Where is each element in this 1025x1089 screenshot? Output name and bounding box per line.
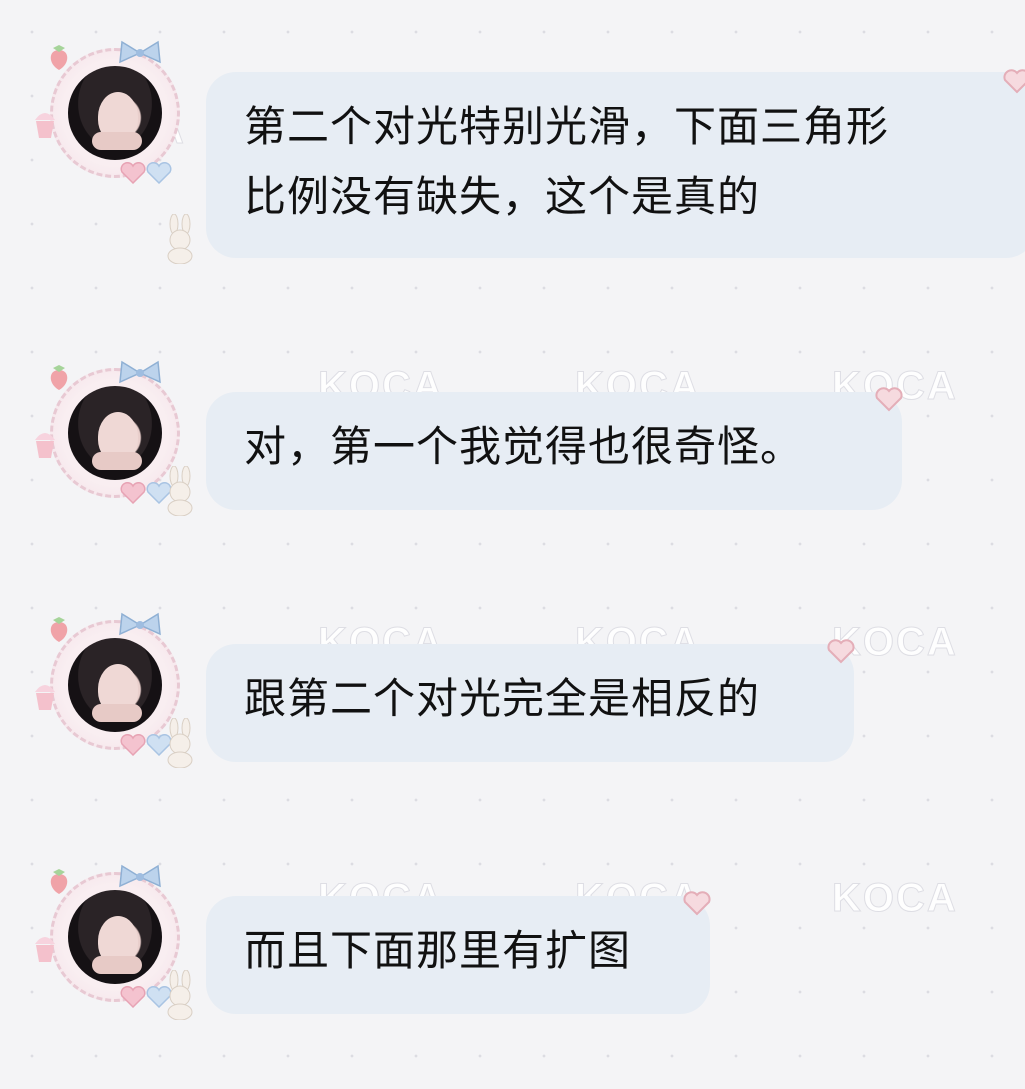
bunny-icon — [167, 970, 193, 1020]
heart-icon — [875, 387, 903, 412]
heart-icon — [120, 482, 146, 504]
bunny-icon — [167, 214, 193, 264]
watermark: KOCA — [832, 876, 958, 921]
heart-icon — [827, 639, 855, 664]
heart-icon — [1003, 69, 1025, 94]
heart-icon — [146, 162, 172, 184]
strawberry-icon — [50, 45, 68, 70]
cupcake-icon — [35, 113, 55, 138]
heart-icon — [120, 162, 146, 184]
avatar-photo — [68, 890, 162, 984]
avatar-photo — [68, 638, 162, 732]
heart-icon — [683, 891, 711, 916]
bunny-icon — [167, 718, 193, 768]
bow-icon — [119, 360, 161, 384]
avatar[interactable] — [30, 40, 200, 190]
bow-icon — [119, 612, 161, 636]
cupcake-icon — [35, 937, 55, 962]
message-bubble[interactable]: 跟第二个对光完全是相反的 — [206, 644, 854, 762]
heart-icon — [120, 986, 146, 1008]
avatar-photo — [68, 66, 162, 160]
bunny-icon — [167, 466, 193, 516]
strawberry-icon — [50, 869, 68, 894]
cupcake-icon — [35, 685, 55, 710]
strawberry-icon — [50, 365, 68, 390]
bow-icon — [119, 40, 161, 64]
cupcake-icon — [35, 433, 55, 458]
avatar-photo — [68, 386, 162, 480]
bow-icon — [119, 864, 161, 888]
strawberry-icon — [50, 617, 68, 642]
message-bubble[interactable]: 而且下面那里有扩图 — [206, 896, 710, 1014]
message-bubble[interactable]: 第二个对光特别光滑，下面三角形 比例没有缺失，这个是真的 — [206, 72, 1025, 258]
message-bubble[interactable]: 对，第一个我觉得也很奇怪。 — [206, 392, 902, 510]
heart-icon — [120, 734, 146, 756]
